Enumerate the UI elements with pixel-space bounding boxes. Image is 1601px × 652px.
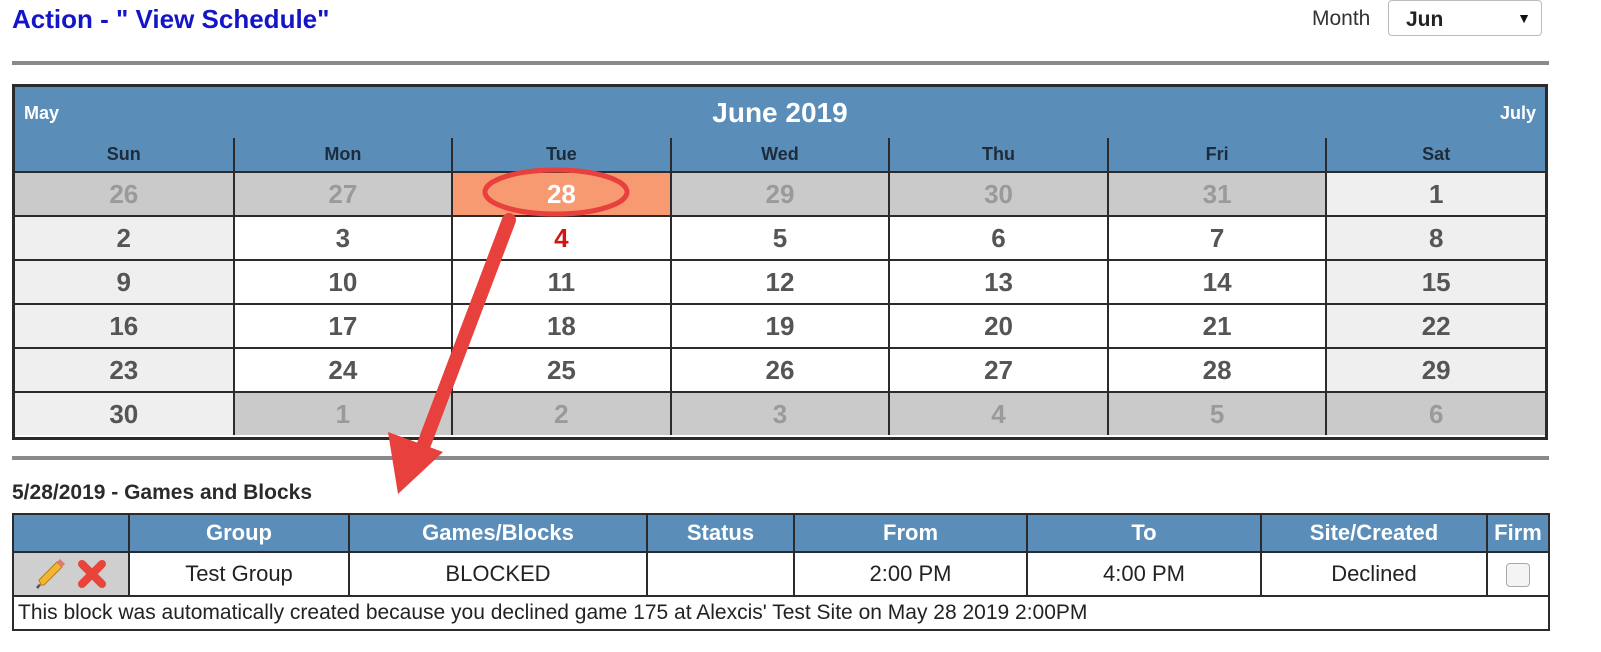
calendar-day-other-month[interactable]: 3 xyxy=(669,391,891,435)
calendar-day[interactable]: 16 xyxy=(15,303,235,349)
events-section-title: 5/28/2019 - Games and Blocks xyxy=(12,481,312,504)
calendar-week: 23 24 25 26 27 28 29 xyxy=(15,347,1545,393)
chevron-down-icon: ▼ xyxy=(1517,10,1531,26)
calendar-day[interactable]: 21 xyxy=(1106,303,1328,349)
calendar-day-other-month[interactable]: 1 xyxy=(232,391,454,435)
calendar-day-today[interactable]: 4 xyxy=(451,215,672,261)
calendar-day[interactable]: 5 xyxy=(669,215,891,261)
month-select[interactable]: Jun ▼ xyxy=(1388,0,1542,36)
calendar-day[interactable]: 19 xyxy=(669,303,891,349)
calendar-day[interactable]: 15 xyxy=(1325,259,1545,305)
weekday-header: Mon xyxy=(232,138,454,173)
cell-site-created: Declined xyxy=(1260,551,1488,597)
calendar-day[interactable]: 30 xyxy=(15,391,235,435)
column-header-games-blocks: Games/Blocks xyxy=(348,513,648,553)
calendar-day-other-month[interactable]: 6 xyxy=(1325,391,1545,435)
calendar-day[interactable]: 13 xyxy=(888,259,1109,305)
calendar-week: 16 17 18 19 20 21 22 xyxy=(15,303,1545,349)
calendar-header: May June 2019 July xyxy=(15,87,1545,138)
calendar-day[interactable]: 8 xyxy=(1325,215,1545,261)
calendar-week: 30 1 2 3 4 5 6 xyxy=(15,391,1545,435)
calendar-day-other-month[interactable]: 4 xyxy=(888,391,1109,435)
calendar: May June 2019 July Sun Mon Tue Wed Thu F… xyxy=(12,84,1548,440)
row-actions xyxy=(12,551,130,597)
calendar-week: 26 27 28 29 30 31 1 xyxy=(15,171,1545,217)
divider-top xyxy=(12,61,1549,65)
column-header-group: Group xyxy=(128,513,350,553)
column-header-firm: Firm xyxy=(1486,513,1550,553)
calendar-day[interactable]: 26 xyxy=(669,347,891,393)
pencil-icon[interactable] xyxy=(34,558,66,590)
calendar-day[interactable]: 12 xyxy=(669,259,891,305)
calendar-title: June 2019 xyxy=(712,97,848,128)
calendar-day[interactable]: 17 xyxy=(232,303,454,349)
calendar-day-other-month[interactable]: 2 xyxy=(451,391,672,435)
calendar-day[interactable]: 29 xyxy=(1325,347,1545,393)
calendar-day-other-month[interactable]: 29 xyxy=(669,171,891,217)
cell-games-blocks: BLOCKED xyxy=(348,551,648,597)
calendar-day[interactable]: 2 xyxy=(15,215,235,261)
calendar-day[interactable]: 9 xyxy=(15,259,235,305)
month-select-value: Jun xyxy=(1406,8,1444,31)
calendar-day[interactable]: 20 xyxy=(888,303,1109,349)
calendar-day[interactable]: 14 xyxy=(1106,259,1328,305)
weekday-header: Tue xyxy=(451,138,672,173)
weekday-row: Sun Mon Tue Wed Thu Fri Sat xyxy=(15,138,1545,173)
calendar-grid: Sun Mon Tue Wed Thu Fri Sat 26 27 28 29 … xyxy=(15,138,1545,435)
calendar-day[interactable]: 7 xyxy=(1106,215,1328,261)
calendar-day[interactable]: 23 xyxy=(15,347,235,393)
calendar-day-other-month[interactable]: 31 xyxy=(1106,171,1328,217)
table-row-note: This block was automatically created bec… xyxy=(12,595,1550,631)
divider-bottom xyxy=(12,456,1549,460)
table-row: Test Group BLOCKED 2:00 PM 4:00 PM Decli… xyxy=(12,551,1550,597)
calendar-day-other-month[interactable]: 27 xyxy=(232,171,454,217)
calendar-day[interactable]: 28 xyxy=(1106,347,1328,393)
cell-firm xyxy=(1486,551,1550,597)
weekday-header: Sat xyxy=(1325,138,1545,173)
calendar-day[interactable]: 11 xyxy=(451,259,672,305)
weekday-header: Sun xyxy=(15,138,235,173)
column-header-to: To xyxy=(1026,513,1262,553)
firm-checkbox[interactable] xyxy=(1506,563,1530,588)
cell-to: 4:00 PM xyxy=(1026,551,1262,597)
calendar-day[interactable]: 10 xyxy=(232,259,454,305)
cell-from: 2:00 PM xyxy=(793,551,1028,597)
calendar-day-other-month[interactable]: 30 xyxy=(888,171,1109,217)
next-month-link[interactable]: July xyxy=(1500,103,1536,124)
block-note: This block was automatically created bec… xyxy=(12,595,1550,631)
column-header-actions xyxy=(12,513,130,553)
calendar-day[interactable]: 27 xyxy=(888,347,1109,393)
month-label: Month xyxy=(1312,7,1371,30)
calendar-week: 2 3 4 5 6 7 8 xyxy=(15,215,1545,261)
weekday-header: Fri xyxy=(1106,138,1328,173)
calendar-day[interactable]: 25 xyxy=(451,347,672,393)
calendar-day[interactable]: 24 xyxy=(232,347,454,393)
calendar-day-other-month[interactable]: 5 xyxy=(1106,391,1328,435)
page-title: Action - " View Schedule" xyxy=(12,4,330,34)
column-header-status: Status xyxy=(646,513,795,553)
calendar-day-other-month[interactable]: 26 xyxy=(15,171,235,217)
calendar-day[interactable]: 18 xyxy=(451,303,672,349)
events-header-row: Group Games/Blocks Status From To Site/C… xyxy=(12,513,1550,553)
events-table: Group Games/Blocks Status From To Site/C… xyxy=(12,513,1550,631)
column-header-from: From xyxy=(793,513,1028,553)
cell-group: Test Group xyxy=(128,551,350,597)
calendar-day-selected[interactable]: 28 xyxy=(451,171,672,217)
calendar-day[interactable]: 6 xyxy=(888,215,1109,261)
weekday-header: Wed xyxy=(669,138,891,173)
column-header-site-created: Site/Created xyxy=(1260,513,1488,553)
calendar-day[interactable]: 22 xyxy=(1325,303,1545,349)
calendar-day[interactable]: 3 xyxy=(232,215,454,261)
calendar-day[interactable]: 1 xyxy=(1325,171,1545,217)
cell-status xyxy=(646,551,795,597)
weekday-header: Thu xyxy=(888,138,1109,173)
calendar-week: 9 10 11 12 13 14 15 xyxy=(15,259,1545,305)
close-x-icon[interactable] xyxy=(76,558,108,590)
